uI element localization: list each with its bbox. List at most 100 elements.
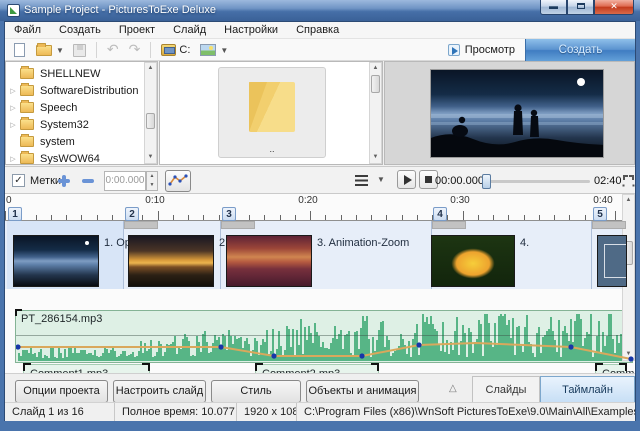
tab-slides[interactable]: Слайды [472, 376, 540, 403]
open-project-icon[interactable] [36, 45, 52, 56]
save-icon[interactable] [73, 44, 86, 57]
envelope-icon [166, 171, 190, 191]
drive-icon[interactable] [161, 44, 176, 56]
tree-item[interactable]: SHELLNEW [6, 65, 144, 82]
envelope-keyframe-dot[interactable] [568, 344, 573, 349]
tree-item[interactable]: ▷SoftwareDistribution [6, 82, 144, 99]
comment-clip-2[interactable]: Comment2.mp3 [255, 364, 379, 373]
slide-marker-2[interactable]: 2 [125, 207, 139, 221]
slide-thumbnail-1[interactable] [13, 235, 99, 287]
slide-marker-3[interactable]: 3 [222, 207, 236, 221]
bottom-bar: Опции проектаНастроить слайдСтильОбъекты… [5, 373, 635, 402]
transition-bar [221, 221, 255, 229]
slide-band: 1. Op2.3. Animation-Zoom4. [5, 221, 627, 289]
scroll-up-icon[interactable]: ▲ [370, 63, 381, 74]
add-mark-button[interactable] [57, 174, 71, 188]
close-button[interactable]: ✕ [594, 0, 634, 15]
comment-clip-3[interactable]: Comm [595, 364, 627, 373]
tab-timeline[interactable]: Таймлайн [540, 376, 635, 403]
expand-arrow-icon[interactable]: ▷ [6, 155, 20, 163]
slide-thumbnail-5[interactable] [597, 235, 627, 287]
comment-clip-1[interactable]: Comment1.mp3 [23, 364, 150, 373]
envelope-keyframe-dot[interactable] [359, 353, 364, 358]
ruler-time-label: 0:40 [583, 195, 623, 206]
play-button[interactable] [397, 170, 416, 189]
seek-slider-handle[interactable] [482, 174, 491, 189]
envelope-button[interactable] [165, 170, 191, 192]
menu-item-6[interactable]: Справка [287, 22, 348, 38]
scroll-up-icon[interactable]: ▲ [623, 195, 634, 206]
open-dropdown-icon[interactable]: ▼ [56, 46, 64, 55]
scroll-up-icon[interactable]: ▲ [145, 63, 156, 74]
transition-bar [124, 221, 158, 229]
parent-folder-tile[interactable]: .. [218, 67, 326, 158]
minimize-button[interactable]: ▬ [540, 0, 567, 15]
slide-marker-5[interactable]: 5 [593, 207, 607, 221]
tree-item[interactable]: system [6, 133, 144, 150]
slide-marker-4[interactable]: 4 [433, 207, 447, 221]
tree-item[interactable]: ▷ System32 [6, 116, 144, 133]
status-cell-3: 1920 x 1080 [237, 403, 297, 421]
menu-item-3[interactable]: Проект [110, 22, 164, 38]
bottom-button-4[interactable]: Объекты и анимация [306, 380, 419, 403]
slide-marker-1[interactable]: 1 [8, 207, 22, 221]
tree-scrollbar-thumb[interactable] [146, 113, 155, 129]
view-mode-icon[interactable] [200, 44, 216, 56]
envelope-keyframe-dot[interactable] [271, 353, 276, 358]
app-window: Sample Project - PicturesToExe Deluxe ▬ … [0, 0, 640, 431]
tree-item[interactable]: ▷SysWOW64 [6, 150, 144, 164]
remove-mark-button[interactable] [81, 174, 95, 188]
bottom-button-2[interactable]: Настроить слайд [113, 380, 206, 403]
menu-item-5[interactable]: Настройки [215, 22, 287, 38]
menu-item-1[interactable]: Файл [5, 22, 50, 38]
menu-item-2[interactable]: Создать [50, 22, 110, 38]
envelope-keyframe-dot[interactable] [416, 342, 421, 347]
bottom-button-3[interactable]: Стиль [211, 380, 301, 403]
new-project-icon[interactable] [14, 43, 25, 57]
create-button[interactable]: Создать [525, 39, 635, 61]
view-mode-dropdown-icon[interactable]: ▼ [220, 46, 228, 55]
folder-icon [249, 82, 295, 132]
expand-arrow-icon[interactable]: ▷ [6, 121, 20, 129]
volume-envelope[interactable] [16, 311, 634, 364]
preview-panel [384, 61, 635, 165]
folder-icon [20, 102, 34, 113]
envelope-keyframe-dot[interactable] [628, 356, 633, 361]
slide-thumbnail-3[interactable] [226, 235, 312, 287]
folder-icon [20, 136, 34, 147]
scroll-down-icon[interactable]: ▼ [145, 152, 156, 163]
audio-track[interactable]: PT_286154.mp3 [15, 310, 633, 363]
slide-thumbnail-4[interactable] [431, 235, 515, 287]
bottom-button-1[interactable]: Опции проекта [15, 380, 108, 403]
mark-time-input[interactable]: 0:00.000 [104, 171, 146, 191]
folder-icon [20, 85, 34, 96]
collapse-triangle-icon[interactable]: △ [449, 383, 457, 394]
menu-item-4[interactable]: Слайд [164, 22, 215, 38]
timeline-menu-button[interactable]: ▼ [353, 172, 387, 190]
folder-icon [20, 119, 34, 130]
expand-arrow-icon[interactable]: ▷ [6, 87, 20, 95]
fullscreen-icon[interactable] [623, 175, 634, 186]
drive-label[interactable]: C: [179, 44, 190, 56]
seek-slider[interactable] [483, 180, 590, 183]
tree-scrollbar[interactable]: ▲ ▼ [144, 62, 157, 164]
maximize-button[interactable] [567, 0, 594, 15]
file-list-scrollbar[interactable]: ▲ ▼ [369, 62, 382, 164]
tree-item-label: Speech [40, 102, 77, 114]
marks-checkbox[interactable]: ✓ [12, 174, 25, 187]
file-list-scrollbar-thumb[interactable] [371, 75, 380, 93]
preview-button[interactable]: Просмотр [448, 41, 515, 59]
slide-thumbnail-2[interactable] [128, 235, 214, 287]
mark-time-spinner[interactable]: ▲▼ [146, 171, 158, 191]
tree-item-label: System32 [40, 119, 89, 131]
tree-item[interactable]: ▷ Speech [6, 99, 144, 116]
app-icon [7, 4, 20, 17]
expand-arrow-icon[interactable]: ▷ [6, 104, 20, 112]
envelope-keyframe-dot[interactable] [218, 344, 223, 349]
undo-icon[interactable]: ↶ [107, 42, 119, 58]
preview-label: Просмотр [465, 44, 515, 56]
scroll-down-icon[interactable]: ▼ [370, 152, 381, 163]
envelope-keyframe-dot[interactable] [16, 344, 21, 349]
title-bar[interactable]: Sample Project - PicturesToExe Deluxe ▬ … [0, 0, 640, 21]
redo-icon[interactable]: ↷ [129, 42, 141, 58]
